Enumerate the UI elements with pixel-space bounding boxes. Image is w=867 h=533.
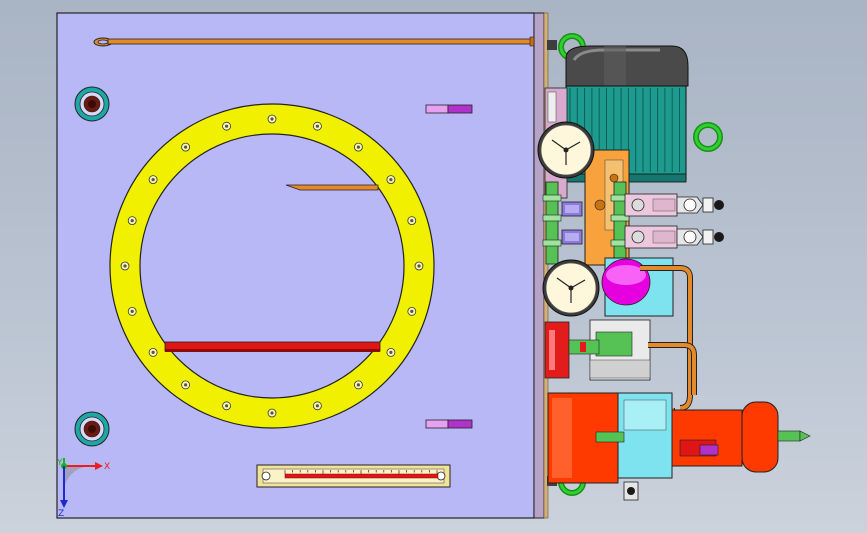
bolt-hole-center	[389, 178, 393, 182]
triad-x-label: X	[104, 462, 110, 472]
bolt-hole-center	[184, 383, 188, 387]
pressure-gauge-bottom[interactable]	[542, 259, 600, 317]
bolt-hole-center	[315, 404, 319, 408]
bolt-hole-center	[270, 117, 274, 121]
fitting-column-left	[542, 181, 562, 265]
check-valve-bottom	[561, 229, 583, 245]
check-valve-top	[561, 201, 583, 217]
bolt-hole-center	[356, 383, 360, 387]
bolt-hole-center	[225, 404, 229, 408]
bolt-hole-center	[225, 124, 229, 128]
return-pipe-red	[164, 341, 381, 352]
solenoid-valve-top[interactable]	[624, 193, 724, 217]
small-motor-pump[interactable]	[547, 392, 811, 501]
gear-pump[interactable]	[589, 257, 674, 381]
level-gauge[interactable]	[256, 464, 451, 488]
plug-bottom	[425, 419, 473, 429]
bolt-hole-center	[389, 350, 393, 354]
suction-pipe	[285, 184, 379, 191]
bolt-hole-center	[130, 219, 134, 223]
plug-top	[425, 104, 473, 114]
bolt-hole-center	[130, 309, 134, 313]
bolt-hole-center	[315, 124, 319, 128]
bolt-hole-center	[410, 309, 414, 313]
bolt-hole-center	[410, 219, 414, 223]
cad-viewport[interactable]: X Y Z	[0, 0, 867, 533]
mounting-hole-bottom	[74, 411, 110, 447]
mounting-hole-top	[74, 86, 110, 122]
pressure-gauge-top[interactable]	[537, 121, 595, 179]
bolt-hole-center	[123, 264, 127, 268]
bolt-hole-center	[356, 145, 360, 149]
triad-y-label: Y	[56, 458, 63, 468]
bolt-hole-center	[184, 145, 188, 149]
bolt-hole-center	[151, 178, 155, 182]
inspection-cover-flange[interactable]	[109, 103, 435, 429]
bolt-hole-center	[417, 264, 421, 268]
motor-lifting-eye[interactable]	[693, 122, 723, 152]
solenoid-valve-bottom[interactable]	[624, 225, 724, 249]
bolt-hole-center	[151, 350, 155, 354]
bolt-hole-center	[270, 411, 274, 415]
triad-z-label: Z	[58, 509, 64, 519]
